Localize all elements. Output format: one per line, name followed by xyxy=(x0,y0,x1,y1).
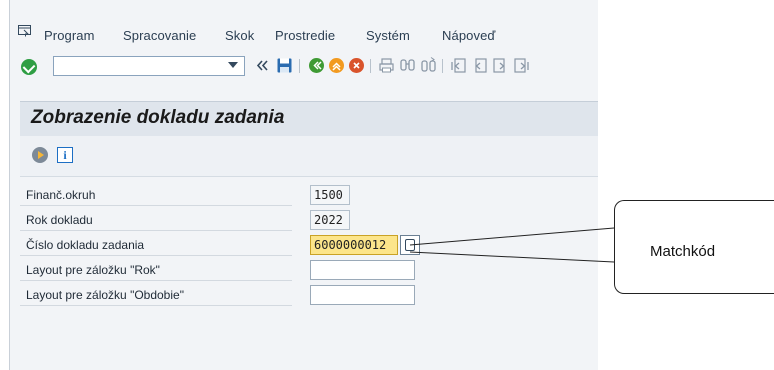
menu-icon[interactable] xyxy=(18,25,31,37)
row-divider xyxy=(20,305,292,306)
find-icon[interactable] xyxy=(399,57,416,74)
value-help-icon[interactable] xyxy=(400,235,420,255)
field-row-cislo-dokladu: Číslo dokladu zadania 6000000012 xyxy=(20,234,598,256)
menu-system[interactable]: Systém xyxy=(366,28,410,43)
field-label: Layout pre záložku "Obdobie" xyxy=(26,288,184,302)
last-page-icon[interactable] xyxy=(513,57,530,74)
cislo-dokladu-field[interactable]: 6000000012 xyxy=(310,235,398,255)
field-row-layout-obdobie: Layout pre záložku "Obdobie" xyxy=(20,284,598,306)
save-icon[interactable] xyxy=(276,57,293,74)
command-field[interactable] xyxy=(53,56,245,76)
page-title: Zobrazenie dokladu zadania xyxy=(31,107,285,128)
row-divider xyxy=(20,230,292,231)
field-label: Číslo dokladu zadania xyxy=(26,238,145,252)
callout-box: Matchkód xyxy=(614,200,774,294)
row-divider xyxy=(20,255,292,256)
double-chevron-left-icon[interactable] xyxy=(254,57,271,74)
field-row-rok-dokladu: Rok dokladu 2022 xyxy=(20,209,598,231)
toolbar-separator xyxy=(442,59,443,73)
enter-icon[interactable] xyxy=(21,59,37,75)
print-icon[interactable] xyxy=(378,57,395,74)
toolbar-separator xyxy=(370,59,371,73)
menu-bar: Program Spracovanie Skok Prostredie Syst… xyxy=(10,8,598,48)
exit-icon[interactable] xyxy=(328,57,345,74)
cancel-icon[interactable] xyxy=(348,57,365,74)
rok-dokladu-field[interactable]: 2022 xyxy=(310,210,350,230)
toolbar-separator xyxy=(299,59,300,73)
screen-title-bar: Zobrazenie dokladu zadania xyxy=(20,101,598,137)
menu-spracovanie[interactable]: Spracovanie xyxy=(123,28,196,43)
menu-program[interactable]: Program xyxy=(44,28,95,43)
next-page-icon[interactable] xyxy=(492,57,509,74)
callout-label: Matchkód xyxy=(650,243,716,260)
finanokruh-field[interactable]: 1500 xyxy=(310,185,350,205)
menu-skok[interactable]: Skok xyxy=(225,28,254,43)
back-icon[interactable] xyxy=(308,57,325,74)
first-page-icon[interactable] xyxy=(450,57,467,74)
execute-icon[interactable] xyxy=(32,147,48,163)
layout-rok-field[interactable] xyxy=(310,260,415,280)
info-icon[interactable]: i xyxy=(57,147,73,163)
field-label: Finanč.okruh xyxy=(26,188,96,202)
previous-page-icon[interactable] xyxy=(471,57,488,74)
layout-obdobie-field[interactable] xyxy=(310,285,415,305)
row-divider xyxy=(20,205,292,206)
field-label: Rok dokladu xyxy=(26,213,93,227)
field-row-layout-rok: Layout pre záložku "Rok" xyxy=(20,259,598,281)
application-toolbar: i xyxy=(20,136,598,177)
chevron-down-icon[interactable] xyxy=(228,62,238,68)
menu-napoved[interactable]: Nápoveď xyxy=(442,28,496,43)
row-divider xyxy=(20,280,292,281)
sap-window: Program Spracovanie Skok Prostredie Syst… xyxy=(9,0,598,370)
find-next-icon[interactable] xyxy=(420,57,437,74)
field-row-finanokruh: Finanč.okruh 1500 xyxy=(20,184,598,206)
menu-prostredie[interactable]: Prostredie xyxy=(275,28,335,43)
field-label: Layout pre záložku "Rok" xyxy=(26,263,160,277)
standard-toolbar xyxy=(10,48,598,88)
